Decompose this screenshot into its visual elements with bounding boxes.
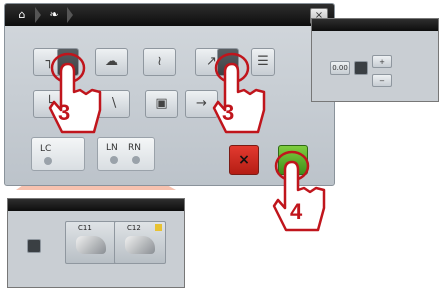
presser-foot-icon <box>125 236 155 254</box>
zoom-callout-right: 0.00 + − <box>311 18 439 102</box>
pointer-hand-icon <box>272 150 326 232</box>
foot-label: C11 <box>78 224 92 232</box>
callout-bar <box>312 19 438 31</box>
pointer-hand-icon <box>48 52 102 134</box>
rn-label: RN <box>128 143 141 153</box>
ln-indicator <box>110 156 118 164</box>
presser-foot-c11[interactable]: C11 <box>65 221 117 264</box>
needle-icon: ❧ <box>49 8 59 21</box>
favorite-icon <box>155 224 162 231</box>
pointer-hand-icon <box>212 52 266 134</box>
chevron-right-icon <box>67 7 73 23</box>
callout-bar <box>8 199 184 211</box>
lc-toggle-group[interactable]: LC <box>31 137 85 171</box>
step-number: 3 <box>58 100 71 125</box>
step-number: 3 <box>222 100 235 125</box>
home-crumb[interactable]: ⌂ <box>9 7 41 23</box>
thread-cut-icon: ∖ <box>109 96 118 111</box>
decrease-button[interactable]: − <box>372 74 392 87</box>
record-icon <box>27 239 41 253</box>
ln-label: LN <box>106 143 118 153</box>
lc-indicator <box>44 157 52 165</box>
presser-foot-c12[interactable]: C12 <box>114 221 166 264</box>
feed-icon: → <box>196 96 207 111</box>
home-icon: ⌂ <box>18 8 26 21</box>
foot-label: C12 <box>127 224 141 232</box>
menu-crumb[interactable]: ❧ <box>41 7 73 23</box>
top-bar: ⌂ ❧ × <box>5 4 334 26</box>
ln-rn-toggle-group[interactable]: LN RN <box>97 137 155 171</box>
rn-indicator <box>132 156 140 164</box>
increase-button[interactable]: + <box>372 55 392 68</box>
thread-icon: ☁ <box>105 54 118 69</box>
lc-label: LC <box>40 144 52 154</box>
pattern-icon: ▣ <box>155 96 168 111</box>
stitch-tile-8[interactable]: ▣ <box>145 90 178 118</box>
stitch-icon: ≀ <box>157 54 162 69</box>
cancel-button[interactable]: × <box>229 145 259 175</box>
presser-foot-icon <box>76 236 106 254</box>
value-display: 0.00 <box>330 61 350 75</box>
zoom-callout-bottom: C11 C12 <box>7 198 185 288</box>
record-icon <box>354 61 368 75</box>
stitch-tile-3[interactable]: ≀ <box>143 48 176 76</box>
step-number: 4 <box>290 199 303 224</box>
